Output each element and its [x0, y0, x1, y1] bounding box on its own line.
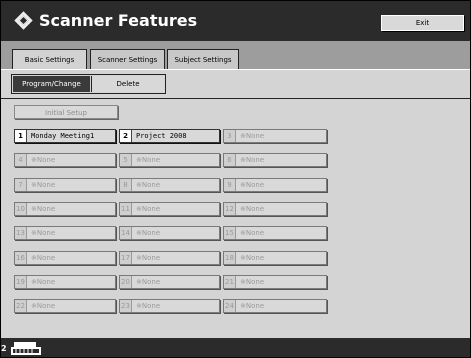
slot-number: 18	[224, 252, 236, 264]
slot-name: Project 2008	[136, 132, 187, 140]
program-slot-19[interactable]: 19 ※None	[14, 275, 116, 289]
program-slot-22[interactable]: 22 ※None	[14, 299, 116, 313]
slot-number: 14	[120, 227, 132, 239]
program-slot-5[interactable]: 5 ※None	[119, 153, 220, 167]
slot-number: 21	[224, 276, 236, 288]
scanner-features-screen: Scanner Features Exit Basic Settings Sca…	[0, 0, 471, 358]
program-slot-1[interactable]: 1 Monday Meeting1	[14, 129, 116, 143]
slot-number: 5	[120, 154, 132, 166]
program-slot-10[interactable]: 10 ※None	[14, 202, 116, 216]
slot-name: ※None	[31, 302, 56, 310]
program-slot-2[interactable]: 2 Project 2008	[119, 129, 220, 143]
slot-name: ※None	[240, 302, 265, 310]
slot-number: 16	[15, 252, 27, 264]
slot-number: 23	[120, 300, 132, 312]
program-slot-3[interactable]: 3 ※None	[223, 129, 327, 143]
slot-number: 12	[224, 203, 236, 215]
slot-number: 9	[224, 179, 236, 191]
slot-number: 3	[224, 130, 236, 142]
delete-button[interactable]: Delete	[91, 76, 164, 92]
header-bar: Scanner Features Exit	[1, 1, 470, 41]
slot-number: 11	[120, 203, 132, 215]
tab-scanner-settings[interactable]: Scanner Settings	[90, 49, 165, 69]
program-slot-6[interactable]: 6 ※None	[223, 153, 327, 167]
slot-name: ※None	[136, 278, 161, 286]
exit-button[interactable]: Exit	[381, 15, 464, 31]
slot-name: ※None	[240, 254, 265, 262]
program-slot-8[interactable]: 8 ※None	[119, 178, 220, 192]
program-slot-13[interactable]: 13 ※None	[14, 226, 116, 240]
program-slot-4[interactable]: 4 ※None	[14, 153, 116, 167]
program-slot-12[interactable]: 12 ※None	[223, 202, 327, 216]
slot-name: ※None	[31, 156, 56, 164]
slot-name: ※None	[136, 254, 161, 262]
slot-number: 1	[15, 130, 27, 142]
slot-name: ※None	[136, 229, 161, 237]
program-slot-7[interactable]: 7 ※None	[14, 178, 116, 192]
slot-number: 13	[15, 227, 27, 239]
slot-name: ※None	[240, 132, 265, 140]
slot-name: ※None	[240, 278, 265, 286]
slot-number: 20	[120, 276, 132, 288]
slot-name: ※None	[240, 205, 265, 213]
mode-selector: Program/Change Delete	[11, 74, 166, 94]
slot-number: 8	[120, 179, 132, 191]
status-footer: 2	[1, 338, 470, 357]
slot-name: ※None	[31, 229, 56, 237]
program-slot-16[interactable]: 16 ※None	[14, 251, 116, 265]
slot-name: ※None	[136, 156, 161, 164]
tab-subject-settings[interactable]: Subject Settings	[167, 49, 239, 69]
slot-name: ※None	[240, 156, 265, 164]
slot-name: ※None	[136, 181, 161, 189]
program-slot-9[interactable]: 9 ※None	[223, 178, 327, 192]
slot-number: 19	[15, 276, 27, 288]
program-slot-18[interactable]: 18 ※None	[223, 251, 327, 265]
slot-number: 7	[15, 179, 27, 191]
program-slot-14[interactable]: 14 ※None	[119, 226, 220, 240]
program-slot-21[interactable]: 21 ※None	[223, 275, 327, 289]
slot-name: ※None	[136, 302, 161, 310]
slot-number: 6	[224, 154, 236, 166]
slot-number: 15	[224, 227, 236, 239]
program-slot-20[interactable]: 20 ※None	[119, 275, 220, 289]
page-title: Scanner Features	[39, 11, 198, 30]
slot-name: ※None	[31, 205, 56, 213]
slot-name: ※None	[31, 278, 56, 286]
slot-name: ※None	[136, 205, 161, 213]
program-slot-23[interactable]: 23 ※None	[119, 299, 220, 313]
program-slot-24[interactable]: 24 ※None	[223, 299, 327, 313]
slot-name: ※None	[240, 181, 265, 189]
slot-number: 24	[224, 300, 236, 312]
slot-number: 17	[120, 252, 132, 264]
program-slot-15[interactable]: 15 ※None	[223, 226, 327, 240]
slot-name: ※None	[31, 254, 56, 262]
slot-name: ※None	[31, 181, 56, 189]
scanner-status-icon	[11, 342, 41, 355]
program-slot-17[interactable]: 17 ※None	[119, 251, 220, 265]
program-slot-11[interactable]: 11 ※None	[119, 202, 220, 216]
divider	[1, 98, 470, 99]
slot-number: 4	[15, 154, 27, 166]
program-change-button[interactable]: Program/Change	[13, 76, 90, 92]
tab-basic-settings[interactable]: Basic Settings	[12, 49, 87, 69]
slot-name: Monday Meeting1	[31, 132, 95, 140]
slot-number: 10	[15, 203, 27, 215]
settings-panel: Program/Change Delete Initial Setup 1 Mon…	[1, 69, 470, 338]
initial-setup-button[interactable]: Initial Setup	[14, 105, 118, 119]
tab-bar: Basic Settings Scanner Settings Subject …	[1, 41, 470, 69]
slot-name: ※None	[240, 229, 265, 237]
slot-number: 2	[120, 130, 132, 142]
slot-number: 22	[15, 300, 27, 312]
scanner-diamond-icon	[14, 11, 33, 30]
